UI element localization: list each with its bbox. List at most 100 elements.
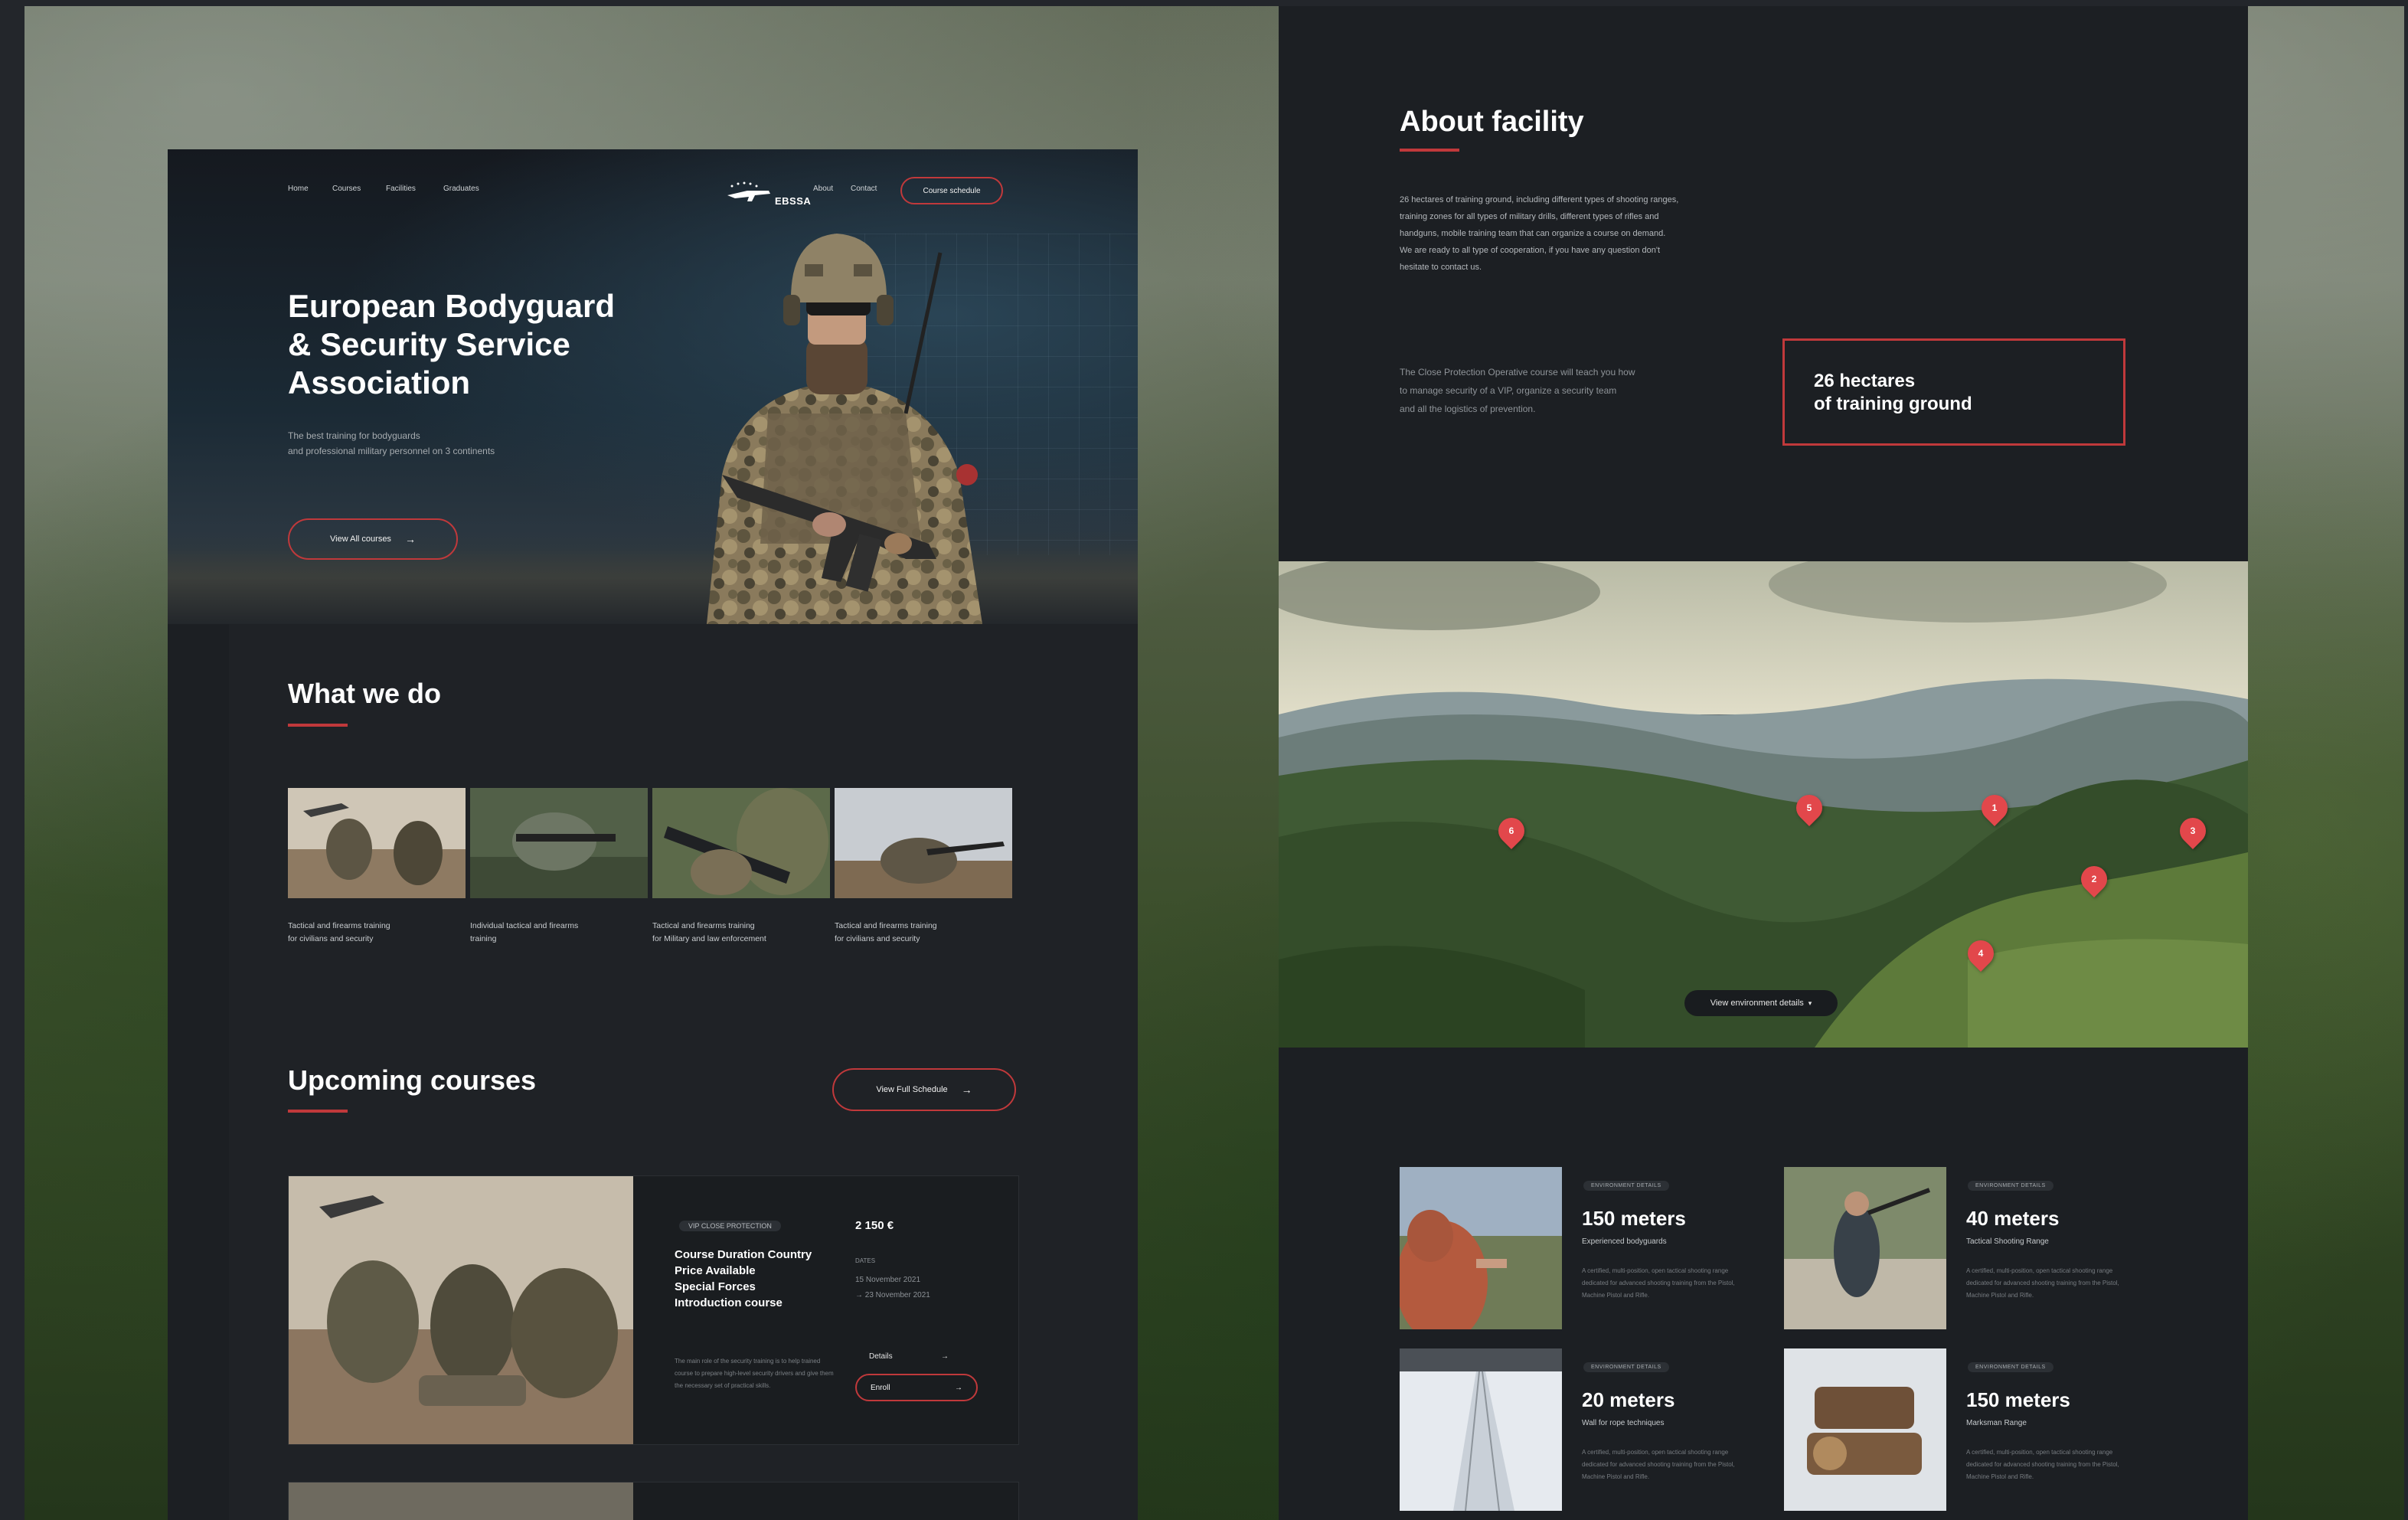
what-we-do-title: What we do <box>288 678 441 709</box>
nav-link-courses[interactable]: Courses <box>332 185 361 193</box>
service-image-1[interactable] <box>288 788 466 898</box>
view-environment-details-button[interactable]: View environment details ▾ <box>1684 990 1838 1016</box>
service-caption-2: Individual tactical and firearms trainin… <box>470 920 646 946</box>
range-distance: 40 meters <box>1966 1207 2060 1230</box>
pin-label: 2 <box>2091 874 2097 884</box>
course-description: The main role of the security training i… <box>675 1358 834 1389</box>
course-card-next[interactable] <box>288 1482 1019 1520</box>
close-protection-line: The Close Protection Operative course wi… <box>1400 367 1635 378</box>
hectares-stat-box: 26 hectares of training ground <box>1782 338 2125 446</box>
nav-link-graduates[interactable]: Graduates <box>443 185 479 193</box>
course-tag: VIP CLOSE PROTECTION <box>679 1221 781 1231</box>
stat-line: of training ground <box>1814 394 1972 414</box>
facility-mockup: About facility 26 hectares of training g… <box>1279 6 2248 1520</box>
landscape-image <box>1279 561 2248 1048</box>
service-photo <box>470 788 648 898</box>
map-pin-3[interactable]: 3 <box>2174 812 2212 850</box>
top-nav: Home Courses Facilities Graduates EBSSA … <box>288 177 1018 208</box>
service-image-4[interactable] <box>835 788 1012 898</box>
course-image <box>289 1176 633 1444</box>
range-description: A certified, multi-position, open tactic… <box>1966 1267 2119 1299</box>
about-facility-title: About facility <box>1400 106 1584 138</box>
range-card-1[interactable]: ENVIRONMENT DETAILS 150 meters Experienc… <box>1400 1167 1775 1332</box>
range-tag[interactable]: ENVIRONMENT DETAILS <box>1583 1181 1669 1191</box>
about-line: training zones for all types of military… <box>1400 212 1659 221</box>
nav-link-contact[interactable]: Contact <box>851 185 877 193</box>
service-caption-4: Tactical and firearms training for civil… <box>835 920 1011 946</box>
chevron-down-icon: ▾ <box>1808 999 1812 1007</box>
range-card-3[interactable]: ENVIRONMENT DETAILS 20 meters Wall for r… <box>1400 1348 1775 1513</box>
view-all-courses-button[interactable]: View All courses → <box>288 518 458 560</box>
service-caption-1: Tactical and firearms training for civil… <box>288 920 464 946</box>
left-edge <box>0 0 25 1520</box>
pin-label: 6 <box>1508 825 1514 836</box>
enroll-button[interactable]: Enroll → <box>855 1374 978 1401</box>
map-pin-5[interactable]: 5 <box>1790 789 1828 827</box>
logo-text: EBSSA <box>775 195 812 207</box>
range-photo <box>1784 1167 1946 1329</box>
hero-title-line: & Security Service <box>288 326 570 362</box>
range-photo <box>1400 1167 1562 1329</box>
nav-link-home[interactable]: Home <box>288 185 309 193</box>
range-image-shotgun <box>1784 1167 1946 1329</box>
arrow-right-icon: → <box>955 1383 962 1392</box>
close-protection-text: The Close Protection Operative course wi… <box>1400 363 1706 418</box>
hero-subtitle-line: and professional military personnel on 3… <box>288 446 495 456</box>
about-line: handguns, mobile training team that can … <box>1400 229 1666 238</box>
upcoming-courses-title: Upcoming courses <box>288 1064 537 1096</box>
title-underline <box>288 1110 348 1113</box>
pin-label: 5 <box>1806 802 1812 813</box>
range-tag[interactable]: ENVIRONMENT DETAILS <box>1583 1362 1669 1372</box>
nav-link-facilities[interactable]: Facilities <box>386 185 416 193</box>
range-description: A certified, multi-position, open tactic… <box>1582 1449 1735 1480</box>
range-tag[interactable]: ENVIRONMENT DETAILS <box>1968 1181 2053 1191</box>
range-description: A certified, multi-position, open tactic… <box>1966 1449 2119 1480</box>
course-title-line: Price Available <box>675 1264 756 1277</box>
caption-line: Tactical and firearms training <box>652 921 755 930</box>
range-image-shooter <box>1400 1167 1562 1329</box>
about-line: 26 hectares of training ground, includin… <box>1400 195 1679 204</box>
map-pin-4[interactable]: 4 <box>1962 934 2000 972</box>
range-description: A certified, multi-position, open tactic… <box>1582 1267 1735 1299</box>
service-caption-3: Tactical and firearms training for Milit… <box>652 920 828 946</box>
caption-line: for Military and law enforcement <box>652 934 766 943</box>
range-card-4[interactable]: ENVIRONMENT DETAILS 150 meters Marksman … <box>1784 1348 2159 1513</box>
view-full-schedule-button[interactable]: View Full Schedule → <box>832 1068 1016 1111</box>
course-card[interactable]: VIP CLOSE PROTECTION Course Duration Cou… <box>288 1175 1019 1445</box>
arrow-right-icon: → <box>404 533 416 545</box>
view-all-courses-label: View All courses <box>330 534 391 544</box>
caption-line: Individual tactical and firearms <box>470 921 579 930</box>
course-title-line: Course Duration Country <box>675 1248 812 1261</box>
homepage-mockup: Home Courses Facilities Graduates EBSSA … <box>168 149 1138 1520</box>
range-subtitle: Wall for rope techniques <box>1582 1419 1665 1427</box>
map-pin-2[interactable]: 2 <box>2075 860 2113 898</box>
arrow-right-icon: → <box>961 1084 972 1096</box>
hero-title-line: European Bodyguard <box>288 288 616 324</box>
course-dates-label: DATES <box>855 1257 876 1264</box>
course-details-link[interactable]: Details → <box>855 1345 962 1368</box>
range-tag[interactable]: ENVIRONMENT DETAILS <box>1968 1362 2053 1372</box>
nav-link-about[interactable]: About <box>813 185 833 193</box>
hero-title-line: Association <box>288 364 471 400</box>
course-date-end: → 23 November 2021 <box>855 1291 930 1299</box>
range-photo <box>1784 1348 1946 1511</box>
service-image-2[interactable] <box>470 788 648 898</box>
arrow-right-icon: → <box>941 1352 949 1361</box>
range-card-2[interactable]: ENVIRONMENT DETAILS 40 meters Tactical S… <box>1784 1167 2159 1332</box>
facility-landscape-map[interactable]: 6 5 1 3 2 4 View environment details ▾ <box>1279 561 2248 1048</box>
course-dates: 15 November 2021 → 23 November 2021 <box>855 1273 930 1303</box>
course-photo <box>289 1482 633 1520</box>
course-schedule-label: Course schedule <box>923 186 981 195</box>
caption-line: Tactical and firearms training <box>835 921 937 930</box>
hectares-stat: 26 hectares of training ground <box>1814 370 1972 416</box>
course-schedule-button[interactable]: Course schedule <box>900 177 1003 204</box>
course-title-line: Special Forces <box>675 1280 756 1293</box>
top-edge <box>0 0 2408 6</box>
ebssa-logo[interactable]: EBSSA <box>724 178 824 212</box>
range-image-logs <box>1784 1348 1946 1511</box>
logo-rifle-icon <box>727 181 770 201</box>
map-pin-6[interactable]: 6 <box>1492 812 1531 850</box>
service-image-3[interactable] <box>652 788 830 898</box>
hero-subtitle: The best training for bodyguards and pro… <box>288 428 609 459</box>
map-pin-1[interactable]: 1 <box>1975 789 2014 827</box>
